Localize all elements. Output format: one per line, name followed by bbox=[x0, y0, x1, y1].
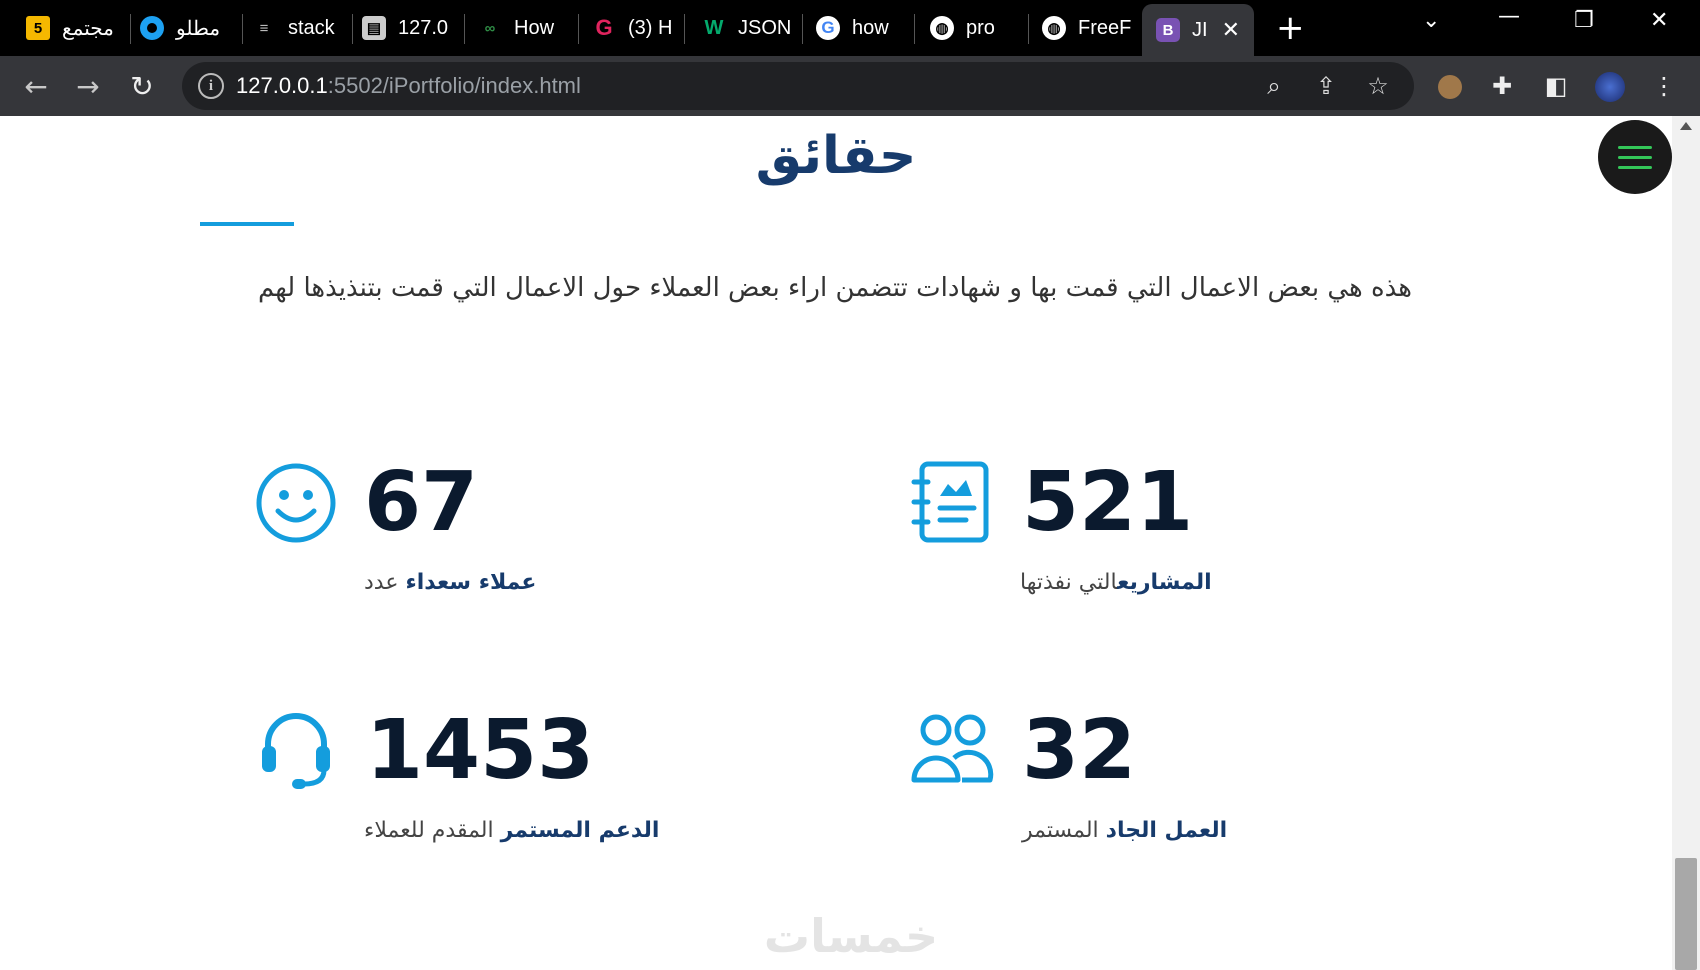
tab-label: JSON bbox=[738, 16, 792, 39]
headset-icon bbox=[262, 713, 330, 789]
browser-tab[interactable]: ▤ 127.0 bbox=[362, 8, 458, 48]
page-content: حقائق هذه هي بعض الاعمال التي قمت بها و … bbox=[0, 116, 1672, 970]
info-icon[interactable]: i bbox=[198, 73, 224, 99]
page-scrollbar[interactable] bbox=[1672, 116, 1700, 970]
section-description: هذه هي بعض الاعمال التي قمت بها و شهادات… bbox=[257, 273, 1413, 303]
tab-label: stack bbox=[288, 16, 335, 39]
share-icon[interactable]: ⇪ bbox=[1310, 70, 1342, 102]
fact-label: المشاريعالتي نفذتها bbox=[1020, 570, 1212, 595]
address-bar[interactable]: i 127.0.0.1:5502/iPortfolio/index.html ⌕… bbox=[182, 62, 1414, 110]
url-text[interactable]: 127.0.0.1:5502/iPortfolio/index.html bbox=[236, 73, 581, 99]
fact-number: 67 bbox=[364, 455, 479, 550]
minimize-icon[interactable]: — bbox=[1498, 4, 1520, 29]
fact-number: 1453 bbox=[366, 703, 595, 798]
people-icon bbox=[911, 714, 994, 783]
tab-label: (3) H bbox=[628, 16, 673, 39]
tab-label: مطلو bbox=[176, 17, 221, 40]
fact-label: العمل الجاد المستمر bbox=[1022, 818, 1228, 843]
smiley-icon bbox=[256, 463, 336, 543]
avatar[interactable] bbox=[1594, 70, 1626, 102]
globe-icon: ◍ bbox=[930, 16, 954, 40]
journal-icon bbox=[911, 461, 989, 543]
star-icon[interactable]: ☆ bbox=[1362, 70, 1394, 102]
sidepanel-icon[interactable]: ◧ bbox=[1540, 70, 1572, 102]
browser-tab[interactable]: ◍ FreeF bbox=[1042, 8, 1142, 48]
close-icon[interactable]: ✕ bbox=[1222, 17, 1240, 43]
close-window-icon[interactable]: ✕ bbox=[1650, 8, 1668, 33]
browser-tab[interactable]: W JSON bbox=[702, 8, 794, 48]
c-icon: G bbox=[595, 15, 613, 40]
tab-label: how bbox=[852, 16, 889, 39]
hsoub-icon: 5 bbox=[26, 16, 50, 40]
tab-label: How bbox=[514, 16, 555, 39]
khamsat-watermark-logo: خمسات bbox=[764, 909, 938, 963]
circle-icon bbox=[140, 16, 164, 40]
back-icon[interactable]: ← bbox=[18, 68, 54, 104]
scroll-thumb[interactable] bbox=[1675, 858, 1697, 970]
google-icon: G bbox=[816, 16, 840, 40]
geeksforgeeks-icon: ∞ bbox=[484, 19, 496, 37]
chevron-down-icon[interactable]: ⌄ bbox=[1422, 8, 1440, 33]
fact-number: 521 bbox=[1022, 455, 1194, 550]
bootstrap-icon: B bbox=[1156, 18, 1180, 42]
bus-icon: ▤ bbox=[362, 16, 386, 40]
menu-dots-icon[interactable]: ⋮ bbox=[1648, 70, 1680, 102]
browser-toolbar: ← → ↻ i 127.0.0.1:5502/iPortfolio/index.… bbox=[0, 56, 1700, 116]
new-tab-icon[interactable]: + bbox=[1276, 10, 1305, 46]
tab-label: pro bbox=[966, 16, 995, 39]
svg-text:خمسات: خمسات bbox=[764, 909, 938, 963]
fact-number: 32 bbox=[1022, 703, 1137, 798]
extension-icon[interactable] bbox=[1434, 70, 1466, 102]
puzzle-icon[interactable]: ✚ bbox=[1486, 70, 1518, 102]
browser-tab-active[interactable]: B JI ✕ bbox=[1142, 4, 1254, 56]
browser-tab[interactable]: ◍ pro bbox=[930, 8, 1030, 48]
browser-tab[interactable]: ∞ How bbox=[478, 8, 574, 48]
restore-icon[interactable]: ❐ bbox=[1574, 8, 1594, 33]
stackoverflow-icon: ≡ bbox=[259, 19, 269, 37]
tab-label: مجتمع bbox=[62, 17, 114, 40]
browser-tab[interactable]: G how bbox=[816, 8, 906, 48]
fact-label: الدعم المستمر المقدم للعملاء bbox=[364, 818, 660, 843]
zoom-icon[interactable]: ⌕ bbox=[1258, 70, 1290, 102]
browser-tab[interactable]: 5 مجتمع bbox=[26, 8, 126, 48]
tab-label: JI bbox=[1192, 18, 1208, 41]
tab-label: 127.0 bbox=[398, 16, 449, 39]
forward-icon[interactable]: → bbox=[70, 68, 106, 104]
reload-icon[interactable]: ↻ bbox=[124, 68, 160, 104]
fact-label: عملاء سعداء عدد bbox=[364, 570, 537, 595]
scroll-up-icon[interactable] bbox=[1680, 122, 1692, 130]
browser-tab[interactable]: G (3) H bbox=[592, 8, 678, 48]
browser-tab[interactable]: مطلو bbox=[140, 8, 238, 48]
w3schools-icon: W bbox=[704, 16, 724, 39]
title-underline bbox=[200, 222, 294, 226]
tab-label: FreeF bbox=[1078, 16, 1132, 39]
browser-tab-bar: 5 مجتمع مطلو ≡ stack ▤ 127.0 ∞ How G (3)… bbox=[0, 0, 1700, 56]
section-title: حقائق bbox=[755, 126, 917, 186]
browser-tab[interactable]: ≡ stack bbox=[252, 8, 348, 48]
globe-icon: ◍ bbox=[1042, 16, 1066, 40]
